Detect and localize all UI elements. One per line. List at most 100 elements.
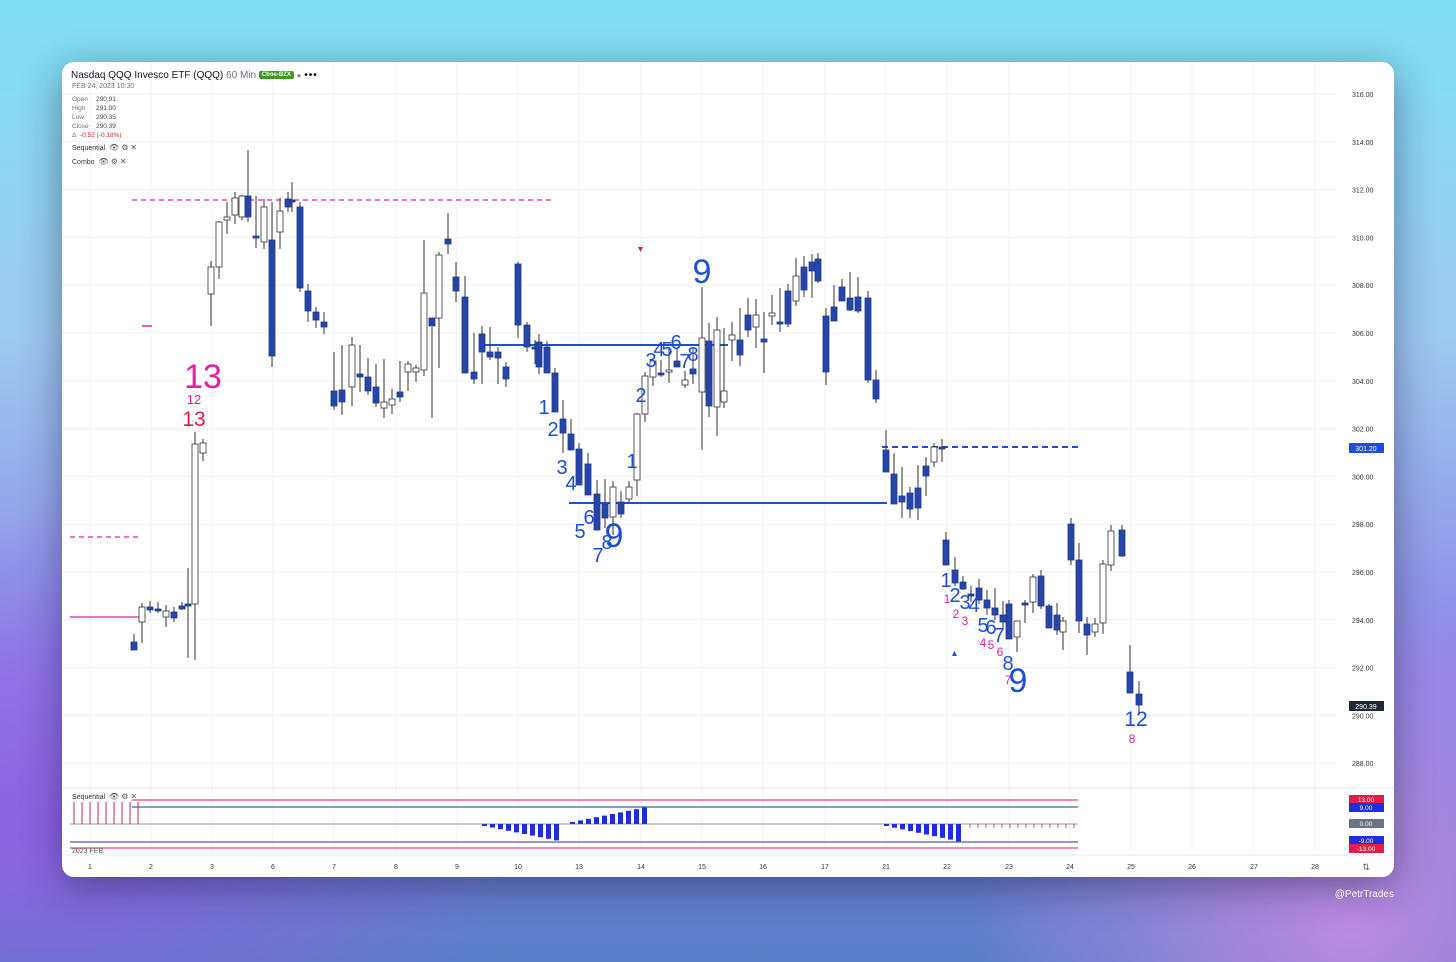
sequential-count-label: 1 bbox=[944, 592, 951, 606]
sequential-count-label: 12 bbox=[1124, 708, 1147, 731]
sequential-count-label: 13 bbox=[182, 408, 205, 431]
osc-axis-badge-text: -9.00 bbox=[1359, 838, 1374, 845]
osc-bar-blue bbox=[884, 824, 889, 826]
candle-body bbox=[478, 333, 486, 353]
candle-body bbox=[380, 401, 388, 409]
eye-icon[interactable]: 👁 bbox=[109, 792, 119, 801]
candle-body bbox=[494, 351, 502, 359]
candle-body bbox=[760, 338, 768, 343]
candle-body bbox=[584, 463, 592, 496]
osc-axis-badge-text: 9.00 bbox=[1360, 805, 1373, 812]
candle-body bbox=[601, 503, 609, 519]
candle-body bbox=[404, 363, 412, 373]
gear-icon[interactable]: ⚙ bbox=[121, 143, 128, 152]
candle-body bbox=[312, 311, 320, 321]
sequential-count-label: 1 bbox=[626, 451, 637, 473]
eye-icon[interactable]: 👁 bbox=[109, 143, 119, 152]
date-tick-label: 28 bbox=[1311, 864, 1319, 871]
candle-body bbox=[625, 486, 633, 500]
indicator-combo[interactable]: Combo 👁 ⚙ ✕ bbox=[72, 157, 127, 166]
candle-body bbox=[356, 373, 364, 378]
osc-bar-blue bbox=[626, 810, 631, 824]
candle-body bbox=[882, 449, 890, 473]
date-tick-label: 21 bbox=[882, 864, 890, 871]
last-price-badge-text: 290.39 bbox=[1355, 704, 1377, 711]
candle-body bbox=[991, 607, 999, 616]
date-tick-label: 6 bbox=[271, 864, 275, 871]
date-tick-label: 25 bbox=[1127, 864, 1135, 871]
candle-body bbox=[1135, 693, 1143, 706]
subpane-indicator-sequential[interactable]: Sequential 👁 ⚙ ✕ bbox=[72, 792, 137, 801]
sequential-count-label: 6 bbox=[583, 507, 594, 529]
date-tick-label: 13 bbox=[575, 864, 583, 871]
candle-body bbox=[951, 569, 959, 584]
candle-body bbox=[814, 258, 822, 282]
candle-body bbox=[320, 321, 328, 328]
price-tick-label: 302.00 bbox=[1352, 427, 1374, 434]
sequential-count-label: 8 bbox=[687, 344, 698, 366]
osc-bar-blue bbox=[892, 824, 897, 828]
price-tick-label: 300.00 bbox=[1352, 474, 1374, 481]
timeframe-label[interactable]: 60 Min bbox=[226, 70, 256, 81]
price-chart[interactable]: 316.00314.00312.00310.00308.00306.00304.… bbox=[62, 62, 1394, 877]
candle-body bbox=[470, 371, 478, 380]
candle-body bbox=[138, 606, 146, 623]
date-tick-label: 1 bbox=[88, 864, 92, 871]
sequential-count-label: 9 bbox=[693, 253, 712, 291]
indicator-sequential[interactable]: Sequential 👁 ⚙ ✕ bbox=[72, 143, 137, 152]
sequential-count-label: 7 bbox=[993, 625, 1004, 647]
candle-body bbox=[1005, 603, 1013, 640]
candle-body bbox=[800, 266, 808, 291]
candle-body bbox=[1037, 575, 1045, 607]
candle-body bbox=[808, 261, 816, 272]
candle-body bbox=[914, 487, 922, 509]
candle-body bbox=[296, 206, 304, 289]
candle-body bbox=[207, 266, 215, 295]
eye-icon[interactable]: 👁 bbox=[99, 157, 109, 166]
close-icon[interactable]: ✕ bbox=[130, 143, 137, 152]
osc-bar-blue bbox=[490, 824, 495, 828]
sell-signal-arrow-icon bbox=[638, 247, 643, 252]
candle-body bbox=[1091, 623, 1099, 633]
candle-body bbox=[551, 372, 559, 413]
date-tick-label: 22 bbox=[943, 864, 951, 871]
candle-body bbox=[191, 443, 199, 605]
candle-body bbox=[768, 312, 776, 317]
candle-body bbox=[461, 296, 469, 374]
candle-body bbox=[452, 276, 460, 292]
osc-bar-blue bbox=[538, 824, 543, 838]
candle-body bbox=[1059, 620, 1067, 633]
osc-bar-blue bbox=[482, 824, 487, 826]
candle-body bbox=[420, 292, 428, 371]
osc-bar-blue bbox=[634, 809, 639, 824]
sequential-count-label: 4 bbox=[565, 473, 576, 495]
candle-body bbox=[412, 367, 420, 373]
candle-body bbox=[372, 386, 380, 404]
symbol-title[interactable]: Nasdaq QQQ Invesco ETF (QQQ) bbox=[71, 70, 223, 81]
candle-body bbox=[1107, 530, 1115, 566]
price-tick-label: 304.00 bbox=[1352, 379, 1374, 386]
osc-bar-blue bbox=[506, 824, 511, 831]
sequential-count-label: 8 bbox=[1129, 732, 1136, 746]
osc-bar-blue bbox=[908, 824, 913, 832]
ohlc-change: Δ -0.52 (-0.18%) bbox=[72, 132, 122, 139]
sequential-count-label: 1 bbox=[538, 397, 549, 419]
candle-body bbox=[330, 390, 338, 407]
price-tick-label: 310.00 bbox=[1352, 235, 1374, 242]
date-tick-label: 2 bbox=[149, 864, 153, 871]
osc-bar-blue bbox=[618, 812, 623, 824]
more-options-icon[interactable]: ••• bbox=[304, 70, 318, 81]
gear-icon[interactable]: ⚙ bbox=[121, 792, 128, 801]
candle-body bbox=[922, 465, 930, 477]
candle-body bbox=[838, 286, 846, 302]
candle-body bbox=[1053, 614, 1061, 631]
osc-bar-blue bbox=[940, 824, 945, 838]
close-icon[interactable]: ✕ bbox=[130, 792, 137, 801]
sequential-count-label: 4 bbox=[980, 636, 987, 650]
candle-body bbox=[567, 433, 575, 451]
close-icon[interactable]: ✕ bbox=[120, 157, 127, 166]
date-tick-label: 16 bbox=[759, 864, 767, 871]
gear-icon[interactable]: ⚙ bbox=[111, 157, 118, 166]
osc-bar-blue bbox=[570, 822, 575, 824]
candle-body bbox=[689, 368, 697, 375]
